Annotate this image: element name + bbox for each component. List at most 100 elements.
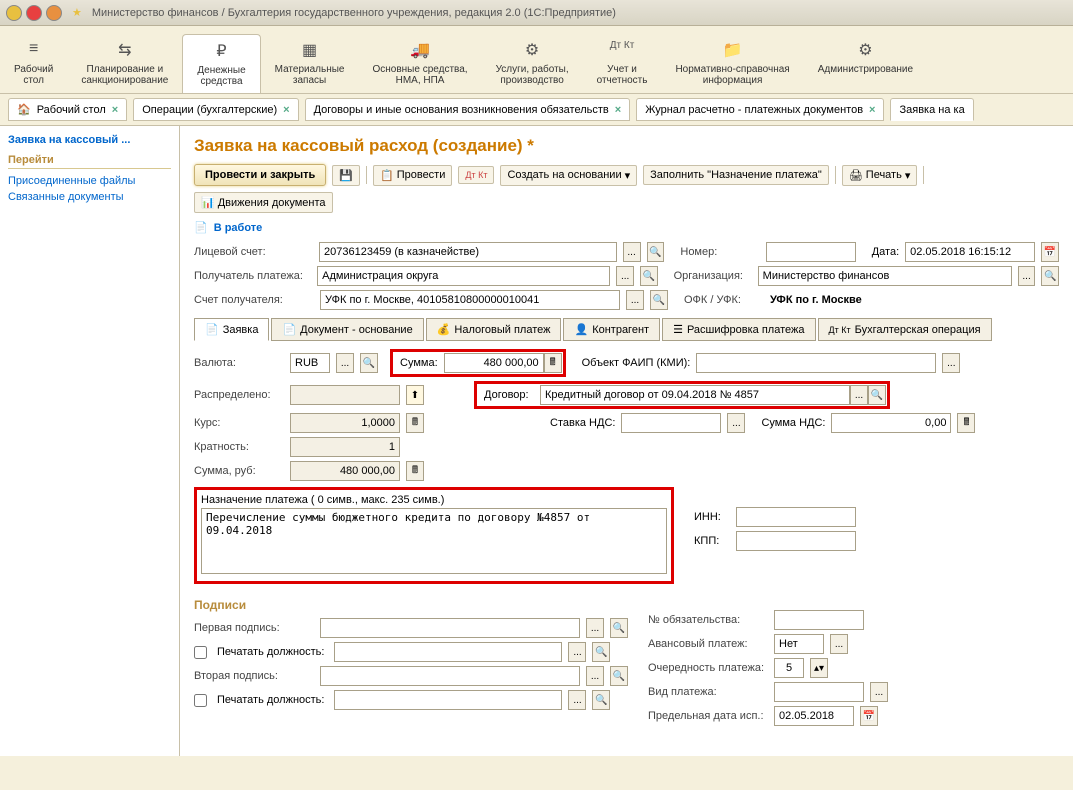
search-button[interactable]: 🔍 xyxy=(610,666,628,686)
pick-button[interactable]: ... xyxy=(616,266,634,286)
fill-purpose-button[interactable]: Заполнить "Назначение платежа" xyxy=(643,165,829,185)
nav-desktop[interactable]: ≡Рабочийстол xyxy=(0,34,67,93)
priority-input[interactable] xyxy=(774,658,804,678)
pick-button[interactable]: ... xyxy=(942,353,960,373)
save-button[interactable]: 💾 xyxy=(332,165,360,186)
subtab-accounting-op[interactable]: Дт КтБухгалтерская операция xyxy=(818,318,992,341)
pay-type-input[interactable] xyxy=(774,682,864,702)
nav-admin[interactable]: ⚙Администрирование xyxy=(804,34,927,93)
close-icon[interactable]: × xyxy=(615,104,621,116)
nav-services[interactable]: ⚙Услуги, работы,производство xyxy=(482,34,583,93)
calc-button[interactable]: 🖩 xyxy=(544,353,562,373)
pick-button[interactable]: ... xyxy=(1018,266,1036,286)
date-input[interactable] xyxy=(905,242,1035,262)
pick-button[interactable]: ... xyxy=(586,618,604,638)
kpp-input[interactable] xyxy=(736,531,856,551)
tab-contracts[interactable]: Договоры и иные основания возникновения … xyxy=(305,98,631,121)
account-input[interactable] xyxy=(319,242,617,262)
recip-acc-input[interactable] xyxy=(320,290,620,310)
nav-assets[interactable]: 🚚Основные средства,НМА, НПА xyxy=(358,34,481,93)
close-icon[interactable]: × xyxy=(869,104,875,116)
sidebar-link-related[interactable]: Связанные документы xyxy=(8,189,171,205)
tab-request[interactable]: Заявка на ка xyxy=(890,98,973,121)
subtab-request[interactable]: 📄Заявка xyxy=(194,318,269,341)
faip-input[interactable] xyxy=(696,353,936,373)
nav-materials[interactable]: ▦Материальныезапасы xyxy=(261,34,359,93)
print-button[interactable]: 🖨Печать ▾ xyxy=(842,165,918,186)
pick-button[interactable]: ... xyxy=(336,353,354,373)
pick-button[interactable]: ... xyxy=(586,666,604,686)
post-close-button[interactable]: Провести и закрыть xyxy=(194,164,326,186)
tab-operations[interactable]: Операции (бухгалтерские)× xyxy=(133,98,298,121)
sum-input[interactable] xyxy=(444,353,544,373)
print-pos2-checkbox[interactable] xyxy=(194,694,207,707)
window-btn[interactable] xyxy=(46,5,62,21)
tab-desktop[interactable]: 🏠Рабочий стол× xyxy=(8,98,127,121)
create-on-button[interactable]: Создать на основании ▾ xyxy=(500,165,637,186)
nav-planning[interactable]: ⇆Планирование исанкционирование xyxy=(67,34,182,93)
nav-accounting[interactable]: Дт КтУчет иотчетность xyxy=(583,34,662,93)
purpose-label: Назначение платежа ( 0 симв., макс. 235 … xyxy=(201,494,667,506)
post-button[interactable]: 📋Провести xyxy=(373,165,452,186)
org-input[interactable] xyxy=(758,266,1012,286)
sig2-label: Вторая подпись: xyxy=(194,670,314,682)
pos1-input[interactable] xyxy=(334,642,562,662)
subtab-tax[interactable]: 💰Налоговый платеж xyxy=(426,318,562,341)
pick-button[interactable]: ... xyxy=(870,682,888,702)
calendar-button[interactable]: 📅 xyxy=(860,706,878,726)
calendar-button[interactable]: 📅 xyxy=(1041,242,1059,262)
subtab-counterparty[interactable]: 👤Контрагент xyxy=(563,318,660,341)
pick-button[interactable]: ... xyxy=(850,385,868,405)
mult-label: Кратность: xyxy=(194,441,284,453)
print-pos1-checkbox[interactable] xyxy=(194,646,207,659)
vat-sum-input[interactable] xyxy=(831,413,951,433)
search-button[interactable]: 🔍 xyxy=(868,385,886,405)
close-icon[interactable]: × xyxy=(112,104,118,116)
pick-button[interactable]: ... xyxy=(727,413,745,433)
calc-button[interactable]: 🖩 xyxy=(406,461,424,481)
nav-cash[interactable]: ₽Денежныесредства xyxy=(182,34,260,93)
dtkt-button[interactable]: Дт Кт xyxy=(458,166,494,184)
oblig-no-input[interactable] xyxy=(774,610,864,630)
deadline-input[interactable] xyxy=(774,706,854,726)
vat-rate-input[interactable] xyxy=(621,413,721,433)
pay-type-label: Вид платежа: xyxy=(648,686,768,698)
search-button[interactable]: 🔍 xyxy=(592,690,610,710)
sig1-input[interactable] xyxy=(320,618,580,638)
star-icon[interactable]: ★ xyxy=(72,6,82,19)
recipient-input[interactable] xyxy=(317,266,610,286)
search-button[interactable]: 🔍 xyxy=(650,290,668,310)
close-icon[interactable]: × xyxy=(283,104,289,116)
tab-journal[interactable]: Журнал расчетно - платежных документов× xyxy=(636,98,884,121)
sidebar-link-files[interactable]: Присоединенные файлы xyxy=(8,173,171,189)
nav-reference[interactable]: 📁Нормативно-справочнаяинформация xyxy=(661,34,803,93)
search-button[interactable]: 🔍 xyxy=(1041,266,1059,286)
movements-button[interactable]: 📊Движения документа xyxy=(194,192,333,213)
number-input[interactable] xyxy=(766,242,856,262)
search-button[interactable]: 🔍 xyxy=(610,618,628,638)
currency-input[interactable] xyxy=(290,353,330,373)
sig2-input[interactable] xyxy=(320,666,580,686)
window-btn[interactable] xyxy=(26,5,42,21)
calc-button[interactable]: 🖩 xyxy=(406,413,424,433)
pick-button[interactable]: ... xyxy=(623,242,641,262)
purpose-textarea[interactable] xyxy=(201,508,667,574)
search-button[interactable]: 🔍 xyxy=(640,266,658,286)
search-button[interactable]: 🔍 xyxy=(647,242,665,262)
search-button[interactable]: 🔍 xyxy=(360,353,378,373)
subtab-basis[interactable]: 📄Документ - основание xyxy=(271,318,423,341)
search-button[interactable]: 🔍 xyxy=(592,642,610,662)
pick-button[interactable]: ... xyxy=(568,642,586,662)
stepper-button[interactable]: ▴▾ xyxy=(810,658,828,678)
print-icon: 🖨 xyxy=(849,169,863,182)
subtab-breakdown[interactable]: ☰Расшифровка платежа xyxy=(662,318,815,341)
contract-input[interactable] xyxy=(540,385,850,405)
pos2-input[interactable] xyxy=(334,690,562,710)
up-button[interactable]: ⬆ xyxy=(406,385,424,405)
pick-button[interactable]: ... xyxy=(626,290,644,310)
inn-input[interactable] xyxy=(736,507,856,527)
advance-input[interactable] xyxy=(774,634,824,654)
pick-button[interactable]: ... xyxy=(568,690,586,710)
calc-button[interactable]: 🖩 xyxy=(957,413,975,433)
pick-button[interactable]: ... xyxy=(830,634,848,654)
